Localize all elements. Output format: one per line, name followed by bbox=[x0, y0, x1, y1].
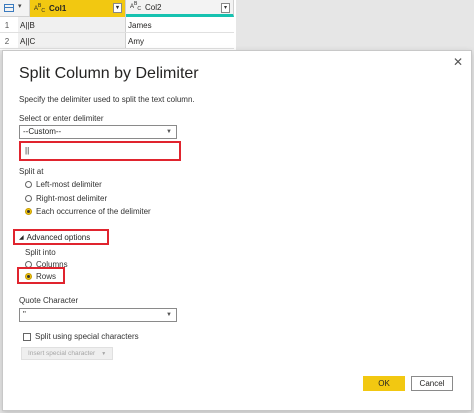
radio-label: Each occurrence of the delimiter bbox=[36, 207, 151, 216]
triangle-down-icon: ◢ bbox=[19, 234, 24, 241]
advanced-options-toggle[interactable]: ◢ Advanced options bbox=[13, 229, 109, 245]
quote-character-label: Quote Character bbox=[19, 296, 79, 305]
radio-right-most[interactable]: Right-most delimiter bbox=[25, 194, 107, 203]
dialog-subtitle: Specify the delimiter used to split the … bbox=[19, 95, 195, 104]
table-row: 2 A||C Amy bbox=[0, 33, 234, 49]
special-characters-label: Split using special characters bbox=[35, 332, 139, 341]
data-grid: ▾ ABC Col1 ▾ ABC Col2 ▾ 1 A||B James 2 A… bbox=[0, 0, 236, 50]
quote-character-select[interactable]: " ▼ bbox=[19, 308, 177, 322]
filter-dropdown-icon[interactable]: ▾ bbox=[113, 3, 122, 13]
text-type-icon: ABC bbox=[130, 1, 141, 13]
radio-button-selected-icon[interactable] bbox=[25, 208, 32, 215]
advanced-options-label: Advanced options bbox=[26, 232, 91, 242]
radio-left-most[interactable]: Left-most delimiter bbox=[25, 180, 102, 189]
table-cell[interactable]: Amy bbox=[126, 33, 234, 48]
radio-button-icon[interactable] bbox=[25, 181, 32, 188]
close-icon[interactable]: ✕ bbox=[453, 55, 463, 69]
table-cell[interactable]: A||B bbox=[18, 17, 126, 32]
delimiter-label: Select or enter delimiter bbox=[19, 114, 104, 123]
split-into-label: Split into bbox=[25, 248, 56, 257]
radio-label: Left-most delimiter bbox=[36, 180, 102, 189]
filter-dropdown-icon[interactable]: ▾ bbox=[221, 3, 230, 13]
radio-rows[interactable]: Rows bbox=[25, 272, 56, 281]
row-number: 2 bbox=[4, 37, 10, 46]
radio-each-occurrence[interactable]: Each occurrence of the delimiter bbox=[25, 207, 151, 216]
chevron-down-icon: ▼ bbox=[166, 129, 172, 135]
delimiter-select[interactable]: --Custom-- ▼ bbox=[19, 125, 177, 139]
split-column-dialog: ✕ Split Column by Delimiter Specify the … bbox=[2, 50, 472, 411]
column-header-label: Col1 bbox=[48, 4, 67, 13]
table-cell[interactable]: James bbox=[126, 17, 234, 32]
ok-button[interactable]: OK bbox=[363, 376, 405, 391]
chevron-down-icon: ▾ bbox=[18, 3, 22, 10]
column-header-col2[interactable]: ABC Col2 ▾ bbox=[126, 0, 234, 17]
cancel-button[interactable]: Cancel bbox=[411, 376, 453, 391]
insert-special-character-button[interactable]: Insert special character ▼ bbox=[21, 347, 113, 360]
chevron-down-icon: ▼ bbox=[101, 350, 107, 357]
table-row: 1 A||B James bbox=[0, 17, 234, 33]
checkbox-icon[interactable] bbox=[23, 332, 31, 341]
table-icon bbox=[4, 4, 14, 12]
split-at-label: Split at bbox=[19, 167, 44, 176]
radio-button-icon[interactable] bbox=[25, 195, 32, 202]
column-header-col1[interactable]: ABC Col1 ▾ bbox=[30, 0, 126, 17]
delimiter-select-value: --Custom-- bbox=[23, 127, 62, 136]
radio-button-selected-icon[interactable] bbox=[25, 273, 32, 280]
table-cell[interactable]: A||C bbox=[18, 33, 126, 48]
column-header-label: Col2 bbox=[144, 2, 162, 12]
radio-label: Rows bbox=[36, 272, 57, 281]
text-type-icon: ABC bbox=[34, 2, 45, 15]
dialog-title: Split Column by Delimiter bbox=[19, 65, 199, 82]
insert-special-character-label: Insert special character bbox=[28, 350, 96, 357]
quote-select-value: " bbox=[23, 310, 26, 319]
custom-delimiter-input[interactable]: || bbox=[19, 141, 181, 161]
table-menu-button[interactable]: ▾ bbox=[0, 0, 30, 17]
special-characters-checkbox-row[interactable]: Split using special characters bbox=[23, 332, 139, 341]
chevron-down-icon: ▼ bbox=[166, 312, 172, 318]
row-number: 1 bbox=[4, 21, 10, 30]
radio-label: Right-most delimiter bbox=[36, 194, 108, 203]
